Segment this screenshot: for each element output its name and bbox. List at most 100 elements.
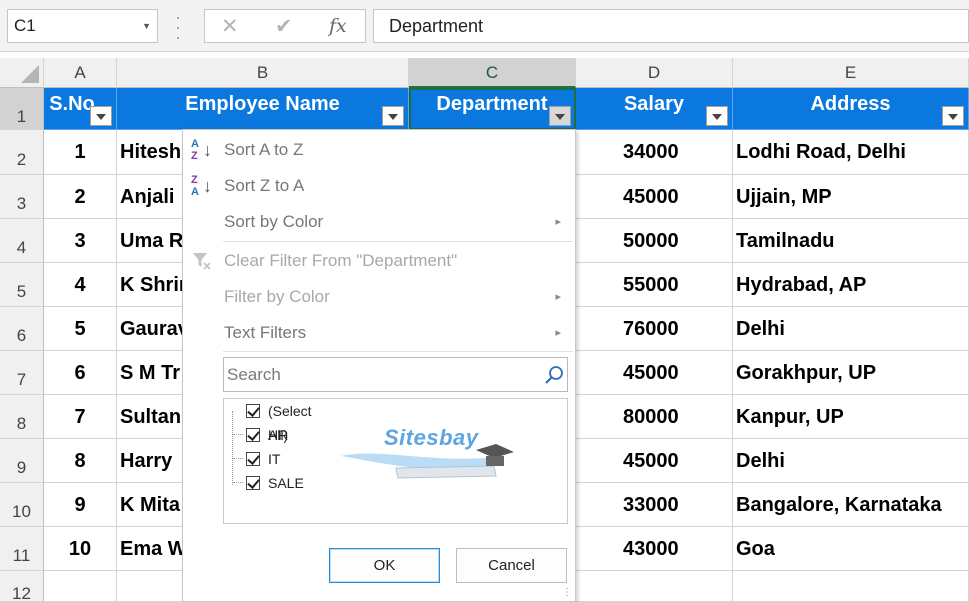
cell-salary[interactable]: 34000 (576, 130, 733, 175)
column-header-c[interactable]: C (409, 58, 576, 88)
menu-separator (223, 241, 573, 242)
name-box[interactable]: C1 ▼ (7, 9, 158, 43)
row-header[interactable]: 6 (0, 307, 44, 351)
cell-sno[interactable] (44, 571, 117, 602)
cell-salary[interactable]: 76000 (576, 307, 733, 351)
tree-line (232, 411, 233, 485)
cell-salary[interactable]: 33000 (576, 483, 733, 527)
cell-sno[interactable]: 5 (44, 307, 117, 351)
column-header-b[interactable]: B (117, 58, 409, 88)
cell-address[interactable] (733, 571, 969, 602)
menu-sort-by-color[interactable]: Sort by Color ▸ (183, 204, 575, 240)
header-address-label: Address (810, 93, 891, 115)
cell-salary[interactable]: 45000 (576, 439, 733, 483)
row-header[interactable]: 7 (0, 351, 44, 395)
menu-sort-a-to-z-label: Sort A to Z (224, 140, 304, 159)
row-header[interactable]: 9 (0, 439, 44, 483)
filter-item-label: IT (268, 451, 281, 467)
row-header[interactable]: 12 (0, 571, 44, 602)
header-cell-sno[interactable]: S.No (44, 88, 117, 130)
cell-salary[interactable]: 55000 (576, 263, 733, 307)
cell-sno[interactable]: 3 (44, 219, 117, 263)
cell-address[interactable]: Tamilnadu (733, 219, 969, 263)
cell-address[interactable]: Gorakhpur, UP (733, 351, 969, 395)
column-header-d[interactable]: D (576, 58, 733, 88)
cell-sno[interactable]: 4 (44, 263, 117, 307)
formula-input[interactable]: Department (373, 9, 969, 43)
row-header[interactable]: 4 (0, 219, 44, 263)
filter-search-input[interactable]: Search (223, 357, 568, 392)
column-header-a[interactable]: A (44, 58, 117, 88)
cell-salary[interactable]: 45000 (576, 351, 733, 395)
filter-button-department[interactable] (549, 106, 571, 126)
checkbox-select-all[interactable] (246, 404, 260, 418)
cell-salary[interactable]: 43000 (576, 527, 733, 571)
cell-salary[interactable] (576, 571, 733, 602)
header-cell-salary[interactable]: Salary (576, 88, 733, 130)
cell-salary[interactable]: 80000 (576, 395, 733, 439)
header-cell-name[interactable]: Employee Name (117, 88, 409, 130)
checkbox-it[interactable] (246, 452, 260, 466)
resize-grip-icon[interactable]: ⋮ (562, 588, 572, 598)
header-salary-label: Salary (623, 93, 685, 115)
cell-address[interactable]: Ujjain, MP (733, 175, 969, 219)
checkbox-sale[interactable] (246, 476, 260, 490)
cell-address[interactable]: Bangalore, Karnataka (733, 483, 969, 527)
cancel-button[interactable]: Cancel (456, 548, 567, 583)
insert-function-icon[interactable]: fx (329, 15, 347, 37)
formula-bar: C1 ▼ · · · ✕ ✔ fx Department (0, 0, 969, 52)
cell-address[interactable]: Delhi (733, 307, 969, 351)
header-cell-department[interactable]: Department (409, 88, 576, 130)
cell-sno[interactable]: 9 (44, 483, 117, 527)
cell-sno[interactable]: 7 (44, 395, 117, 439)
cell-sno[interactable]: 1 (44, 130, 117, 175)
submenu-arrow-icon: ▸ (555, 327, 561, 339)
filter-button-salary[interactable] (706, 106, 728, 126)
menu-sort-z-to-a[interactable]: Z A ↓ Sort Z to A (183, 168, 575, 204)
menu-text-filters-label: Text Filters (224, 323, 307, 342)
cell-address[interactable]: Kanpur, UP (733, 395, 969, 439)
cell-sno[interactable]: 6 (44, 351, 117, 395)
filter-button-address[interactable] (942, 106, 964, 126)
clear-filter-icon (193, 253, 211, 270)
filter-search-placeholder: Search (227, 365, 281, 384)
name-box-dropdown-icon[interactable]: ▼ (142, 10, 151, 42)
enter-entry-icon[interactable]: ✔ (275, 14, 293, 39)
row-header[interactable]: 2 (0, 130, 44, 175)
sort-ascending-icon: A Z ↓ (191, 138, 212, 162)
menu-filter-by-color: Filter by Color ▸ (183, 279, 575, 315)
column-header-e[interactable]: E (733, 58, 969, 88)
menu-sort-a-to-z[interactable]: A Z ↓ Sort A to Z (183, 132, 575, 168)
filter-button-sno[interactable] (90, 106, 112, 126)
cell-address[interactable]: Lodhi Road, Delhi (733, 130, 969, 175)
cancel-entry-icon[interactable]: ✕ (221, 14, 239, 39)
filter-button-name[interactable] (382, 106, 404, 126)
checkbox-hr[interactable] (246, 428, 260, 442)
search-icon (545, 366, 563, 384)
cell-sno[interactable]: 8 (44, 439, 117, 483)
menu-separator (223, 351, 573, 352)
cell-salary[interactable]: 50000 (576, 219, 733, 263)
row-header[interactable]: 3 (0, 175, 44, 219)
cell-sno[interactable]: 10 (44, 527, 117, 571)
row-header[interactable]: 11 (0, 527, 44, 571)
watermark-text: Sitesbay (384, 425, 479, 450)
header-cell-address[interactable]: Address (733, 88, 969, 130)
cell-address[interactable]: Hydrabad, AP (733, 263, 969, 307)
row-header[interactable]: 10 (0, 483, 44, 527)
cell-address[interactable]: Goa (733, 527, 969, 571)
ok-button[interactable]: OK (329, 548, 440, 583)
row-header[interactable]: 5 (0, 263, 44, 307)
header-department-label: Department (436, 93, 548, 115)
formula-bar-grip-icon: · · · (175, 7, 181, 47)
cell-sno[interactable]: 2 (44, 175, 117, 219)
row-header[interactable]: 1 (0, 88, 44, 130)
filter-item-label: HR (268, 427, 289, 443)
menu-sort-by-color-label: Sort by Color (224, 212, 324, 231)
autofilter-dropdown: A Z ↓ Sort A to Z Z A ↓ Sort Z to A Sort… (182, 129, 576, 602)
menu-text-filters[interactable]: Text Filters ▸ (183, 315, 575, 351)
select-all-corner[interactable] (0, 58, 44, 88)
row-header[interactable]: 8 (0, 395, 44, 439)
cell-salary[interactable]: 45000 (576, 175, 733, 219)
cell-address[interactable]: Delhi (733, 439, 969, 483)
